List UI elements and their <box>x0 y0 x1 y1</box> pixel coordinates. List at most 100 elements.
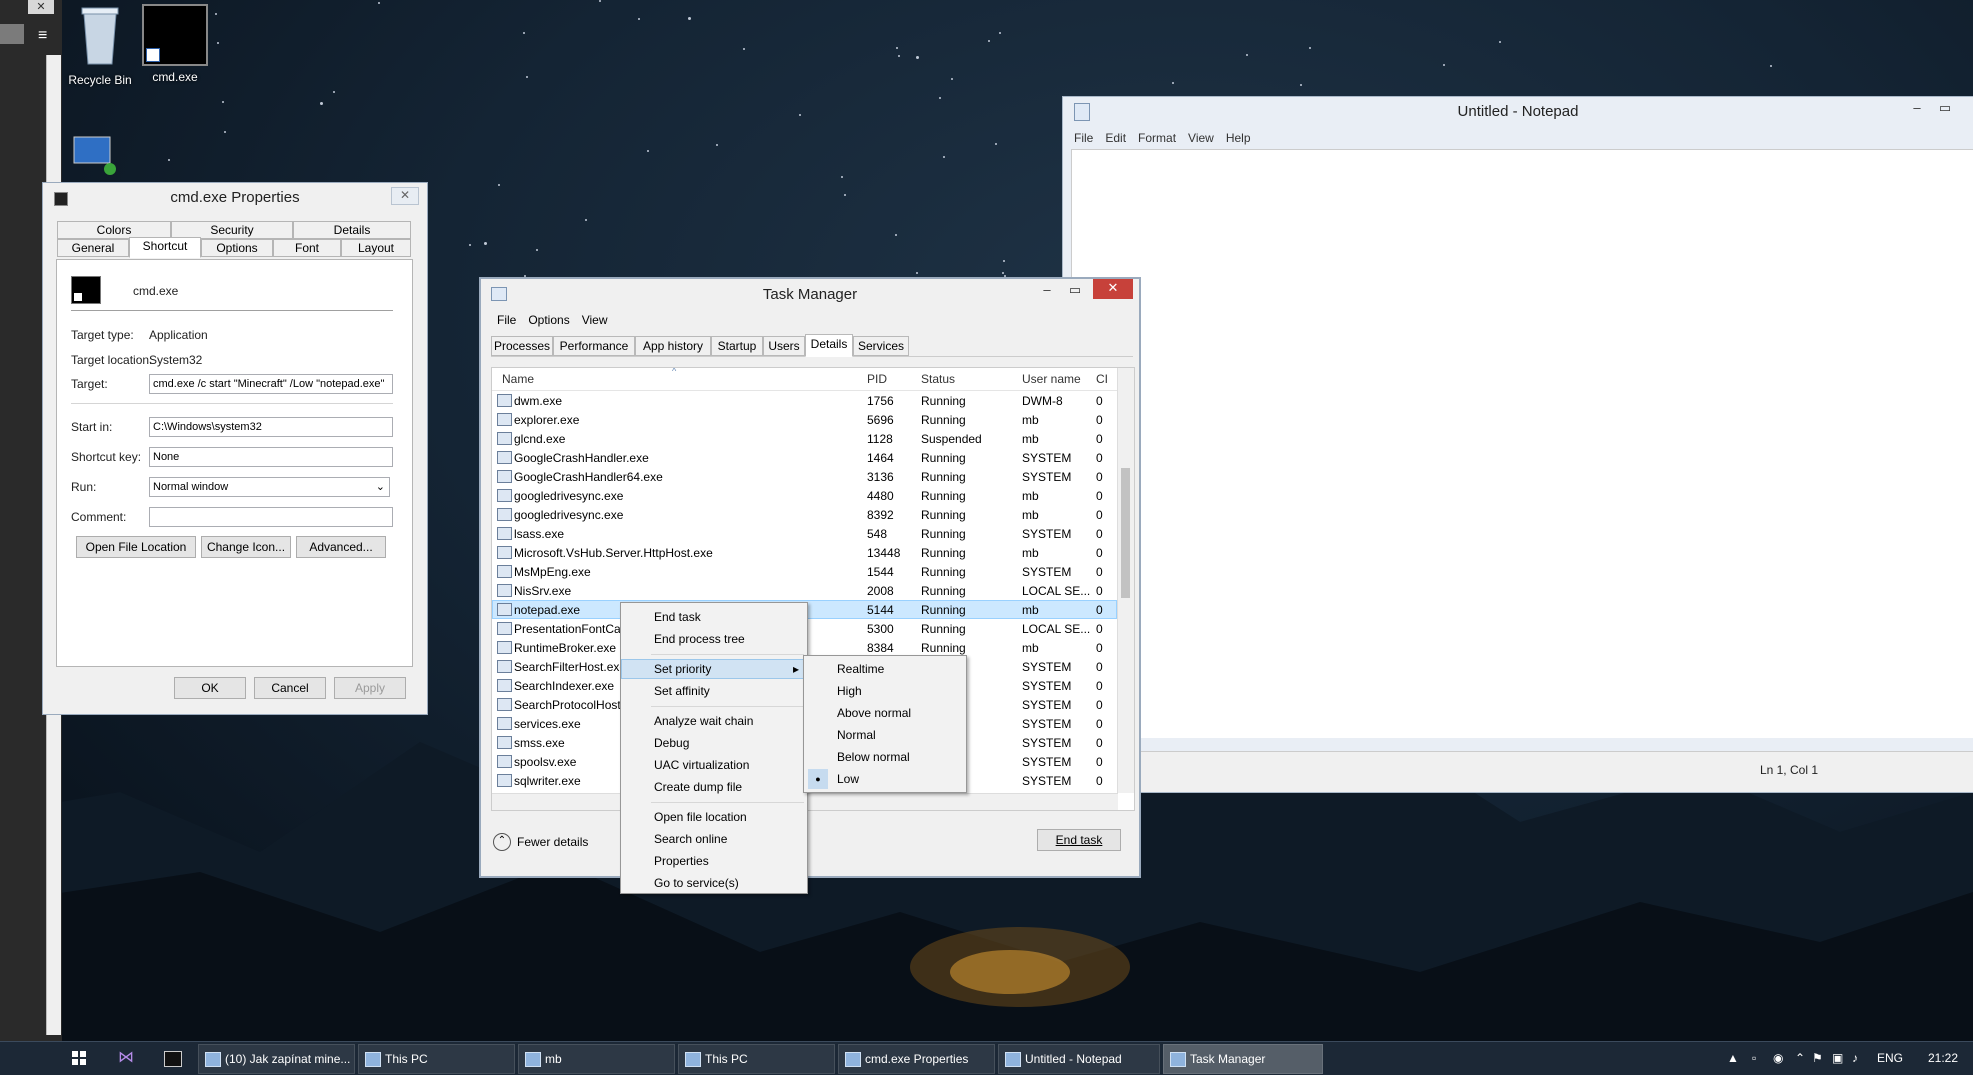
menu-icon[interactable]: ≡ <box>38 27 47 45</box>
table-row[interactable]: googledrivesync.exe 4480 Running mb 0 <box>492 486 1117 505</box>
ok-button[interactable]: OK <box>174 677 246 699</box>
tab-details[interactable]: Details <box>293 221 411 239</box>
menu-view[interactable]: View <box>576 311 614 329</box>
column-header-status[interactable]: Status <box>921 372 955 386</box>
maximize-button[interactable]: ▭ <box>1931 99 1959 119</box>
context-menu-item[interactable]: Analyze wait chain <box>621 711 807 731</box>
table-row[interactable]: GoogleCrashHandler64.exe 3136 Running SYSTE… <box>492 467 1117 486</box>
taskbar-button[interactable]: Task Manager <box>1163 1044 1323 1074</box>
chevron-up-icon[interactable]: ⌃ <box>493 833 511 851</box>
network-icon[interactable]: ▣ <box>1832 1042 1843 1075</box>
tab-layout[interactable]: Layout <box>341 239 411 257</box>
context-menu-item[interactable]: Set affinity <box>621 681 807 701</box>
vertical-scrollbar[interactable] <box>1117 368 1134 793</box>
minimize-button[interactable]: – <box>1903 99 1931 119</box>
tab-services[interactable]: Services <box>853 336 909 356</box>
fewer-details-link[interactable]: Fewer details <box>517 835 588 849</box>
menu-view[interactable]: View <box>1182 127 1220 149</box>
tab-processes[interactable]: Processes <box>491 336 553 356</box>
visual-studio-icon[interactable]: ⋈ <box>118 1050 134 1066</box>
taskbar-button[interactable]: (10) Jak zapínat mine... <box>198 1044 355 1074</box>
advanced-button[interactable]: Advanced... <box>296 536 386 558</box>
tab-details[interactable]: Details <box>805 334 853 357</box>
close-button[interactable]: ✕ <box>391 187 419 205</box>
notepad-window[interactable]: Untitled - Notepad – ▭ File Edit Format … <box>1063 97 1973 792</box>
taskbar-button[interactable]: mb <box>518 1044 675 1074</box>
priority-item[interactable]: Above normal <box>804 703 966 723</box>
priority-submenu[interactable]: Realtime High Above normal Normal Below norm… <box>803 655 967 793</box>
tab-shortcut[interactable]: Shortcut <box>129 237 201 258</box>
table-row[interactable]: explorer.exe 5696 Running mb 0 <box>492 410 1117 429</box>
tab-startup[interactable]: Startup <box>711 336 763 356</box>
menu-help[interactable]: Help <box>1220 127 1257 149</box>
taskbar-button[interactable]: Untitled - Notepad <box>998 1044 1160 1074</box>
table-row[interactable]: MsMpEng.exe 1544 Running SYSTEM 0 <box>492 562 1117 581</box>
context-menu[interactable]: End task End process tree Set priority ▸ Set… <box>620 602 808 894</box>
context-menu-item[interactable]: UAC virtualization <box>621 755 807 775</box>
priority-item[interactable]: Realtime <box>804 659 966 679</box>
chevron-up-icon[interactable]: ⌃ <box>1795 1042 1805 1075</box>
menu-options[interactable]: Options <box>522 311 575 329</box>
tab-font[interactable]: Font <box>273 239 341 257</box>
column-header-pid[interactable]: PID <box>867 372 887 386</box>
close-button[interactable]: ✕ <box>1093 279 1133 299</box>
properties-dialog[interactable]: cmd.exe Properties ✕ Colors Security Det… <box>43 183 427 714</box>
tab-performance[interactable]: Performance <box>553 336 635 356</box>
context-menu-item[interactable]: Debug <box>621 733 807 753</box>
taskbar-button[interactable]: This PC <box>678 1044 835 1074</box>
computer-icon[interactable] <box>72 135 116 175</box>
column-header-name[interactable]: Name <box>502 372 534 386</box>
table-row[interactable]: GoogleCrashHandler.exe 1464 Running SYSTEM 0 <box>492 448 1117 467</box>
desktop-icon-recycle-bin[interactable]: Recycle Bin <box>62 4 138 87</box>
start-in-field[interactable]: C:\Windows\system32 <box>149 417 393 437</box>
context-menu-item[interactable]: Open file location <box>621 807 807 827</box>
taskbar-button[interactable]: cmd.exe Properties <box>838 1044 995 1074</box>
volume-icon[interactable]: ♪ <box>1852 1042 1858 1075</box>
menu-format[interactable]: Format <box>1132 127 1182 149</box>
column-header-user[interactable]: User name <box>1022 372 1081 386</box>
tab-options[interactable]: Options <box>201 239 273 257</box>
context-menu-item[interactable]: Search online <box>621 829 807 849</box>
table-row[interactable]: NisSrv.exe 2008 Running LOCAL SE... 0 <box>492 581 1117 600</box>
cancel-button[interactable]: Cancel <box>254 677 326 699</box>
comment-field[interactable] <box>149 507 393 527</box>
table-row[interactable]: lsass.exe 548 Running SYSTEM 0 <box>492 524 1117 543</box>
menu-file[interactable]: File <box>491 311 522 329</box>
table-row[interactable]: googledrivesync.exe 8392 Running mb 0 <box>492 505 1117 524</box>
tab-app-history[interactable]: App history <box>635 336 711 356</box>
shortcut-key-field[interactable]: None <box>149 447 393 467</box>
priority-item[interactable]: Normal <box>804 725 966 745</box>
steam-icon[interactable]: ◉ <box>1773 1042 1783 1075</box>
priority-item[interactable]: ● Low <box>804 769 966 789</box>
context-menu-item[interactable]: Properties <box>621 851 807 871</box>
target-field[interactable]: cmd.exe /c start "Minecraft" /Low "notep… <box>149 374 393 394</box>
context-menu-item[interactable]: Go to service(s) <box>621 873 807 893</box>
open-file-location-button[interactable]: Open File Location <box>76 536 196 558</box>
flag-icon[interactable]: ⚑ <box>1812 1042 1823 1075</box>
priority-item[interactable]: High <box>804 681 966 701</box>
context-menu-item[interactable]: Create dump file <box>621 777 807 797</box>
apply-button[interactable]: Apply <box>334 677 406 699</box>
table-row[interactable]: glcnd.exe 1128 Suspended mb 0 <box>492 429 1117 448</box>
table-row[interactable]: Microsoft.VsHub.Server.HttpHost.exe 13448… <box>492 543 1117 562</box>
clock[interactable]: 21:22 <box>1928 1042 1958 1075</box>
menu-edit[interactable]: Edit <box>1099 127 1132 149</box>
google-drive-icon[interactable]: ▲ <box>1727 1042 1739 1075</box>
minimize-button[interactable]: – <box>1033 281 1061 301</box>
text-editor[interactable] <box>1071 149 1973 738</box>
cmd-icon[interactable] <box>164 1051 182 1067</box>
change-icon-button[interactable]: Change Icon... <box>201 536 291 558</box>
context-menu-item[interactable]: Set priority ▸ <box>621 659 807 679</box>
run-select[interactable]: Normal window ⌄ <box>149 477 390 497</box>
end-task-button[interactable]: End task <box>1037 829 1121 851</box>
windows-start-icon[interactable] <box>72 1051 86 1065</box>
desktop-icon-cmd[interactable]: cmd.exe <box>137 4 213 84</box>
language-indicator[interactable]: ENG <box>1877 1042 1903 1075</box>
scroll-thumb[interactable] <box>1121 468 1130 598</box>
column-header-cpu[interactable]: CI <box>1096 372 1108 386</box>
maximize-button[interactable]: ▭ <box>1061 281 1089 301</box>
priority-item[interactable]: Below normal <box>804 747 966 767</box>
tab-general[interactable]: General <box>57 239 129 257</box>
notification-icon[interactable]: ▫ <box>1752 1042 1756 1075</box>
table-row[interactable]: dwm.exe 1756 Running DWM-8 0 <box>492 391 1117 410</box>
